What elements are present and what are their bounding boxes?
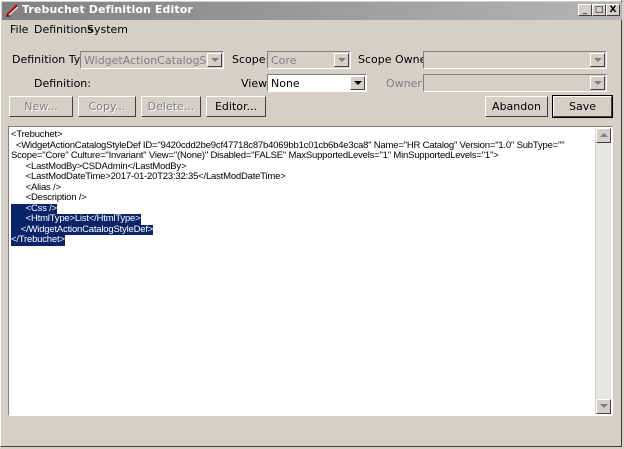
- chevron-down-icon[interactable]: [590, 76, 605, 90]
- chevron-down-icon[interactable]: [590, 53, 605, 67]
- editor-button[interactable]: Editor...: [206, 96, 266, 117]
- scroll-up-button[interactable]: [596, 128, 611, 143]
- xml-line: <HtmlType>List</HtmlType>: [11, 213, 141, 225]
- close-button[interactable]: X: [606, 4, 620, 16]
- new-button[interactable]: New...: [9, 96, 73, 117]
- delete-button[interactable]: Delete...: [141, 96, 201, 117]
- chevron-down-icon[interactable]: [334, 53, 349, 67]
- menu-bar: File Definitions System: [2, 20, 620, 39]
- scope-label: Scope:: [232, 53, 270, 66]
- scope-owner-select[interactable]: [423, 51, 607, 69]
- owner-select[interactable]: [423, 74, 607, 92]
- xml-line: <Trebuchet>: [11, 129, 63, 140]
- menu-file[interactable]: File: [10, 23, 28, 36]
- scroll-down-button[interactable]: [596, 399, 611, 414]
- maximize-icon: □: [594, 5, 604, 15]
- xml-line: </Trebuchet>: [11, 234, 65, 246]
- scope-value: Core: [271, 54, 297, 67]
- definition-type-select[interactable]: WidgetActionCatalogStyleDef: [80, 51, 224, 69]
- xml-line: <LastModDateTime>2017-01-20T23:32:35</La…: [11, 171, 286, 182]
- abandon-button[interactable]: Abandon: [485, 96, 548, 117]
- scope-select[interactable]: Core: [267, 51, 351, 69]
- copy-button[interactable]: Copy...: [78, 96, 136, 117]
- menu-definitions[interactable]: Definitions: [34, 23, 93, 36]
- save-button[interactable]: Save: [552, 95, 613, 118]
- xml-line: Scope="Core" Culture="Invariant" View="(…: [11, 150, 499, 161]
- maximize-button[interactable]: □: [592, 4, 606, 16]
- view-select[interactable]: None: [267, 74, 367, 92]
- view-value: None: [271, 77, 300, 90]
- minimize-button[interactable]: _: [578, 4, 592, 16]
- xml-editor[interactable]: <Trebuchet> <WidgetActionCatalogStyleDef…: [8, 126, 613, 416]
- chevron-down-icon[interactable]: [207, 53, 222, 67]
- scroll-up-icon: [600, 133, 608, 137]
- trebuchet-app-icon: [6, 4, 19, 17]
- chevron-down-icon[interactable]: [350, 76, 365, 90]
- close-icon: X: [609, 5, 617, 15]
- window-title: Trebuchet Definition Editor: [22, 3, 193, 16]
- scroll-down-icon: [600, 404, 608, 408]
- menu-system[interactable]: System: [87, 23, 128, 36]
- minimize-icon: _: [582, 5, 588, 15]
- definition-label: Definition:: [34, 77, 91, 90]
- xml-line: <Description />: [11, 192, 87, 203]
- owner-label: Owner:: [386, 77, 426, 90]
- definition-type-value: WidgetActionCatalogStyleDef: [84, 54, 206, 67]
- view-label: View:: [241, 77, 271, 90]
- vertical-scrollbar[interactable]: [595, 128, 611, 414]
